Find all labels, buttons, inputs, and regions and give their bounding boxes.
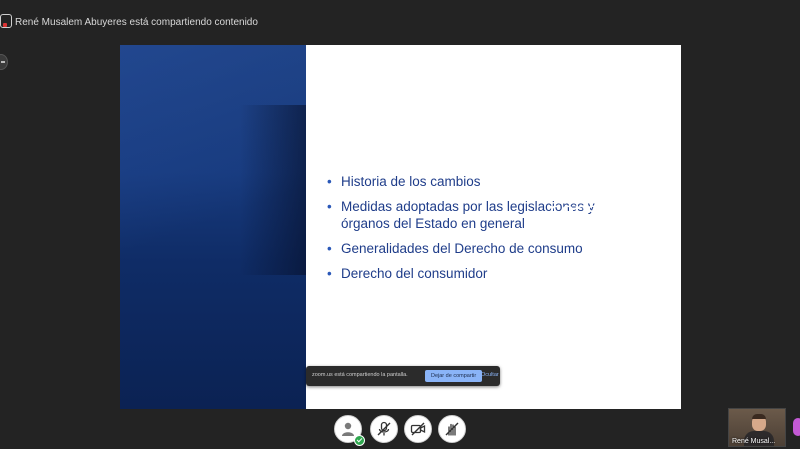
slide-title-line: 1. Derecho de [516,169,661,195]
camera-button[interactable] [404,415,432,443]
camera-off-icon [410,422,426,436]
participant-video-thumbnail[interactable]: René Musal... [728,408,786,447]
share-notification-message: zoom.us está compartiendo la pantalla. [312,372,408,378]
person-icon [342,422,354,436]
screen-share-icon [0,14,12,28]
participant-hair [752,414,766,419]
microphone-button[interactable] [370,415,398,443]
mic-off-icon [377,421,391,436]
bullet-text: Derecho del consumidor [341,266,488,281]
slide-bullet: Derecho del consumidor [327,265,667,282]
raise-hand-button[interactable] [438,415,466,443]
participant-name: René Musal... [732,438,776,445]
slide-title: 1. Derecho de consumo y COVID 19 [491,168,661,252]
slide-title-line: COVID 19 [556,225,661,251]
stop-sharing-button[interactable]: Dejar de compartir [425,370,483,382]
slide-title-line: consumo y [549,197,661,223]
side-reaction-button[interactable] [793,418,800,436]
sharing-status-text: René Musalem Abuyeres está compartiendo … [15,17,258,28]
hand-off-icon [445,422,459,436]
hide-notification-button[interactable]: Ocultar [481,372,499,378]
avatar-button[interactable] [334,415,365,446]
connected-check-icon [354,435,365,446]
side-panel-toggle-button[interactable] [0,54,8,70]
top-bar: René Musalem Abuyeres está compartiendo … [0,0,800,44]
screen-share-notification: zoom.us está compartiendo la pantalla. D… [306,366,500,386]
slide-title-panel [120,45,306,409]
shared-slide: 1. Derecho de consumo y COVID 19 Histori… [120,45,681,409]
